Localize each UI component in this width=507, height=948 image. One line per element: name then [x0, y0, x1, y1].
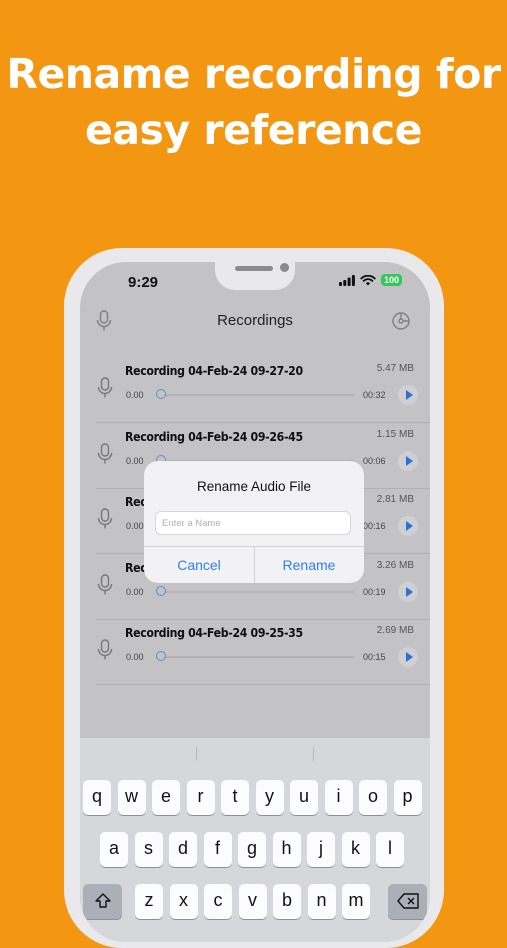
play-button[interactable] — [398, 581, 418, 602]
playback-slider-thumb[interactable] — [156, 651, 166, 661]
headline: Rename recording for easy reference — [0, 46, 507, 158]
signal-icon — [338, 274, 355, 286]
key-y[interactable]: y — [255, 780, 284, 815]
name-input[interactable] — [155, 511, 351, 535]
key-b[interactable]: b — [273, 884, 301, 919]
key-k[interactable]: k — [341, 832, 370, 867]
play-button[interactable] — [398, 450, 418, 471]
key-d[interactable]: d — [169, 832, 197, 867]
playback-slider-thumb[interactable] — [156, 585, 166, 596]
shift-key[interactable] — [83, 884, 122, 919]
recording-size: 3.26 MB — [376, 559, 414, 571]
status-time: 9:29 — [128, 274, 159, 291]
rename-button[interactable]: Rename — [254, 547, 364, 583]
mic-icon-wrap — [97, 377, 113, 404]
key-z[interactable]: z — [135, 884, 163, 919]
front-camera — [280, 263, 289, 272]
mic-icon-wrap — [97, 508, 113, 535]
play-button[interactable] — [398, 516, 418, 536]
playback-duration: 00:16 — [363, 521, 386, 531]
speaker-grille — [235, 266, 273, 271]
recording-size: 2.81 MB — [376, 494, 414, 505]
row-divider — [96, 684, 430, 685]
mic-icon-wrap — [97, 442, 113, 470]
playback-slider-track[interactable] — [156, 656, 354, 658]
mic-icon — [97, 442, 113, 463]
key-p[interactable]: p — [393, 780, 422, 815]
playback-start-time: 0.00 — [126, 652, 144, 662]
dialog-title: Rename Audio File — [196, 479, 312, 494]
key-n[interactable]: n — [307, 884, 336, 919]
key-w[interactable]: w — [117, 780, 146, 815]
key-h[interactable]: h — [272, 832, 301, 867]
battery-indicator: 100 — [380, 274, 402, 286]
status-icons: 100 — [338, 274, 402, 286]
key-e[interactable]: e — [152, 780, 180, 815]
suggestion-separator — [313, 747, 314, 761]
nav-bar: Recordings — [80, 304, 430, 340]
recording-row[interactable]: Recording 04-Feb-24 09-25-35 2.69 MB 0.00 0… — [80, 619, 430, 684]
key-a[interactable]: a — [100, 832, 128, 867]
headline-line-1: Rename recording for — [6, 50, 501, 98]
recording-size: 1.15 MB — [376, 428, 414, 440]
playback-duration: 00:06 — [363, 455, 386, 466]
key-u[interactable]: u — [290, 780, 318, 815]
key-q[interactable]: q — [83, 780, 111, 815]
rename-dialog: Rename Audio File Cancel Rename — [144, 461, 364, 583]
playback-duration: 00:15 — [363, 652, 386, 662]
recording-row[interactable]: Recording 04-Feb-24 09-27-20 5.47 MB 0.00 0… — [80, 357, 430, 422]
recording-size: 5.47 MB — [376, 363, 414, 374]
key-o[interactable]: o — [359, 780, 387, 815]
phone-screen: 9:29 100 Recordings Recording 04-Feb-24 … — [80, 262, 430, 942]
mic-icon-wrap — [97, 573, 113, 601]
backspace-key[interactable] — [388, 884, 427, 919]
key-i[interactable]: i — [324, 780, 353, 815]
playback-slider-track[interactable] — [156, 394, 354, 396]
settings-dial-icon — [392, 312, 410, 330]
key-x[interactable]: x — [169, 884, 198, 919]
recording-title: Recording 04-Feb-24 09-27-20 — [125, 363, 303, 378]
key-v[interactable]: v — [238, 884, 267, 919]
headline-line-2: easy reference — [85, 106, 422, 154]
mic-icon — [97, 377, 113, 398]
play-button[interactable] — [398, 385, 418, 405]
playback-duration: 00:32 — [363, 390, 386, 400]
recording-title: Recording 04-Feb-24 09-25-35 — [125, 625, 303, 640]
keyboard: qwertyuiop asdfghjkl zxcvbnm — [80, 738, 430, 942]
key-g[interactable]: g — [238, 832, 266, 867]
suggestion-bar — [80, 738, 430, 768]
shift-icon — [94, 893, 111, 908]
notch — [215, 262, 295, 290]
playback-start-time: 0.00 — [126, 521, 144, 531]
key-m[interactable]: m — [342, 884, 370, 919]
playback-duration: 00:19 — [363, 586, 386, 597]
key-c[interactable]: c — [204, 884, 232, 919]
key-s[interactable]: s — [134, 832, 163, 867]
key-r[interactable]: r — [186, 780, 215, 815]
key-f[interactable]: f — [203, 832, 232, 867]
playback-slider-thumb[interactable] — [156, 389, 166, 399]
key-l[interactable]: l — [376, 832, 404, 867]
mic-icon — [97, 573, 113, 594]
recording-size: 2.69 MB — [376, 625, 414, 636]
mic-icon — [97, 508, 113, 529]
wifi-icon — [360, 274, 376, 285]
key-t[interactable]: t — [221, 780, 249, 815]
play-button[interactable] — [398, 647, 418, 667]
settings-button[interactable] — [390, 310, 412, 337]
playback-start-time: 0.00 — [126, 586, 144, 597]
mic-icon — [97, 639, 113, 660]
page-title: Recordings — [217, 312, 293, 329]
suggestion-separator — [196, 747, 197, 761]
playback-slider-track[interactable] — [156, 590, 354, 593]
backspace-icon — [396, 893, 419, 909]
key-j[interactable]: j — [307, 832, 335, 867]
mic-icon-wrap — [97, 639, 113, 666]
playback-start-time: 0.00 — [126, 455, 144, 466]
cancel-button[interactable]: Cancel — [144, 547, 254, 583]
playback-start-time: 0.00 — [126, 390, 144, 400]
recording-title: Recording 04-Feb-24 09-26-45 — [125, 428, 303, 444]
